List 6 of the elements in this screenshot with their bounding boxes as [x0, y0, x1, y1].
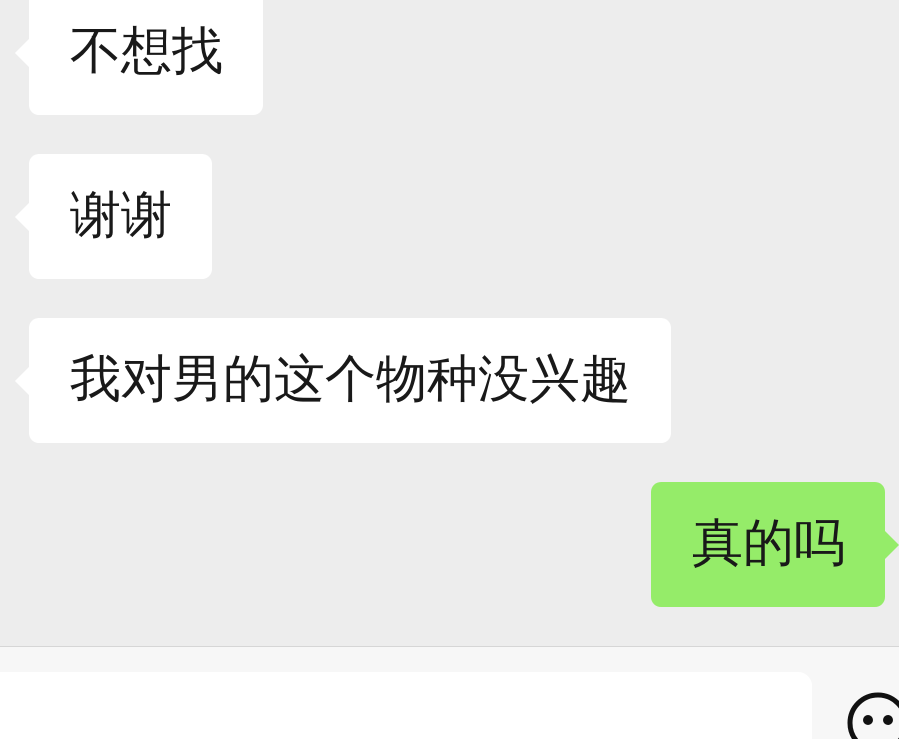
emoji-icon[interactable]	[846, 691, 899, 739]
message-bubble: 我对男的这个物种没兴趣	[29, 318, 671, 443]
message-bubble: 不想找	[29, 0, 263, 115]
message-bubble: 真的吗	[651, 482, 885, 607]
message-bubble: 谢谢	[29, 154, 212, 279]
bubble-tail	[885, 530, 899, 558]
